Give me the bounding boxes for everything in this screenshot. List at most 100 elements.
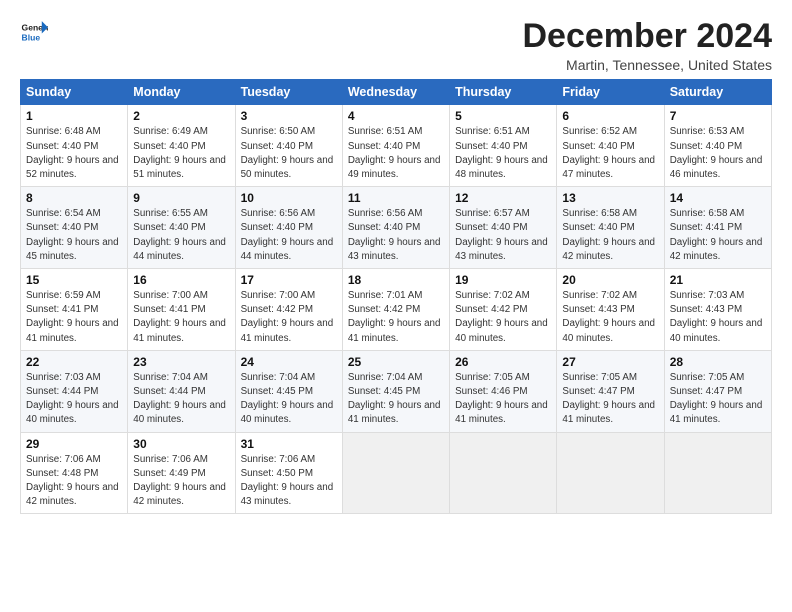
day-info: Sunrise: 6:56 AMSunset: 4:40 PMDaylight:… — [348, 207, 444, 264]
day-info: Sunrise: 7:06 AMSunset: 4:50 PMDaylight:… — [241, 453, 337, 510]
day-header-thursday: Thursday — [450, 80, 557, 105]
calendar-cell: 24 Sunrise: 7:04 AMSunset: 4:45 PMDayligh… — [235, 350, 342, 432]
day-number: 10 — [241, 191, 337, 205]
day-info: Sunrise: 7:02 AMSunset: 4:42 PMDaylight:… — [455, 289, 551, 346]
day-info: Sunrise: 6:55 AMSunset: 4:40 PMDaylight:… — [133, 207, 229, 264]
calendar-cell: 31 Sunrise: 7:06 AMSunset: 4:50 PMDayligh… — [235, 432, 342, 514]
day-info: Sunrise: 7:00 AMSunset: 4:41 PMDaylight:… — [133, 289, 229, 346]
day-info: Sunrise: 7:03 AMSunset: 4:44 PMDaylight:… — [26, 371, 122, 428]
day-number: 6 — [562, 109, 658, 123]
month-title: December 2024 — [522, 18, 772, 55]
calendar-cell: 17 Sunrise: 7:00 AMSunset: 4:42 PMDayligh… — [235, 269, 342, 351]
day-number: 16 — [133, 273, 229, 287]
day-info: Sunrise: 6:54 AMSunset: 4:40 PMDaylight:… — [26, 207, 122, 264]
day-info: Sunrise: 6:53 AMSunset: 4:40 PMDaylight:… — [670, 125, 766, 182]
day-info: Sunrise: 6:50 AMSunset: 4:40 PMDaylight:… — [241, 125, 337, 182]
day-number: 8 — [26, 191, 122, 205]
calendar-cell: 28Sunrise: 7:05 AMSunset: 4:47 PMDayligh… — [664, 350, 771, 432]
day-number: 24 — [241, 355, 337, 369]
day-info: Sunrise: 7:03 AMSunset: 4:43 PMDaylight:… — [670, 289, 766, 346]
day-number: 1 — [26, 109, 122, 123]
calendar-cell: 21Sunrise: 7:03 AMSunset: 4:43 PMDayligh… — [664, 269, 771, 351]
day-header-tuesday: Tuesday — [235, 80, 342, 105]
calendar-cell: 7 Sunrise: 6:53 AMSunset: 4:40 PMDaylight… — [664, 105, 771, 187]
day-info: Sunrise: 7:02 AMSunset: 4:43 PMDaylight:… — [562, 289, 658, 346]
week-row-3: 15Sunrise: 6:59 AMSunset: 4:41 PMDayligh… — [21, 269, 772, 351]
calendar-cell: 19 Sunrise: 7:02 AMSunset: 4:42 PMDayligh… — [450, 269, 557, 351]
calendar-cell: 9 Sunrise: 6:55 AMSunset: 4:40 PMDaylight… — [128, 187, 235, 269]
logo-icon: General Blue — [20, 18, 48, 46]
day-number: 20 — [562, 273, 658, 287]
week-row-1: 1 Sunrise: 6:48 AMSunset: 4:40 PMDaylight… — [21, 105, 772, 187]
location: Martin, Tennessee, United States — [522, 57, 772, 73]
day-info: Sunrise: 6:51 AMSunset: 4:40 PMDaylight:… — [455, 125, 551, 182]
day-number: 7 — [670, 109, 766, 123]
calendar-cell: 18 Sunrise: 7:01 AMSunset: 4:42 PMDayligh… — [342, 269, 449, 351]
day-info: Sunrise: 6:48 AMSunset: 4:40 PMDaylight:… — [26, 125, 122, 182]
day-number: 29 — [26, 437, 122, 451]
day-info: Sunrise: 6:51 AMSunset: 4:40 PMDaylight:… — [348, 125, 444, 182]
week-row-2: 8 Sunrise: 6:54 AMSunset: 4:40 PMDaylight… — [21, 187, 772, 269]
calendar-cell: 1 Sunrise: 6:48 AMSunset: 4:40 PMDaylight… — [21, 105, 128, 187]
calendar-cell: 4 Sunrise: 6:51 AMSunset: 4:40 PMDaylight… — [342, 105, 449, 187]
calendar-cell: 30 Sunrise: 7:06 AMSunset: 4:49 PMDayligh… — [128, 432, 235, 514]
calendar-cell: 20 Sunrise: 7:02 AMSunset: 4:43 PMDayligh… — [557, 269, 664, 351]
calendar-cell: 22Sunrise: 7:03 AMSunset: 4:44 PMDayligh… — [21, 350, 128, 432]
calendar-cell: 25 Sunrise: 7:04 AMSunset: 4:45 PMDayligh… — [342, 350, 449, 432]
calendar-table: SundayMondayTuesdayWednesdayThursdayFrid… — [20, 79, 772, 514]
day-header-sunday: Sunday — [21, 80, 128, 105]
day-info: Sunrise: 7:06 AMSunset: 4:49 PMDaylight:… — [133, 453, 229, 510]
calendar-cell: 5 Sunrise: 6:51 AMSunset: 4:40 PMDaylight… — [450, 105, 557, 187]
day-number: 27 — [562, 355, 658, 369]
day-number: 17 — [241, 273, 337, 287]
day-info: Sunrise: 6:57 AMSunset: 4:40 PMDaylight:… — [455, 207, 551, 264]
day-number: 2 — [133, 109, 229, 123]
day-info: Sunrise: 7:04 AMSunset: 4:45 PMDaylight:… — [241, 371, 337, 428]
calendar-cell: 11 Sunrise: 6:56 AMSunset: 4:40 PMDayligh… — [342, 187, 449, 269]
day-number: 9 — [133, 191, 229, 205]
calendar-cell: 16 Sunrise: 7:00 AMSunset: 4:41 PMDayligh… — [128, 269, 235, 351]
calendar-cell — [557, 432, 664, 514]
svg-text:Blue: Blue — [22, 33, 41, 43]
day-info: Sunrise: 7:05 AMSunset: 4:46 PMDaylight:… — [455, 371, 551, 428]
day-info: Sunrise: 6:49 AMSunset: 4:40 PMDaylight:… — [133, 125, 229, 182]
day-number: 18 — [348, 273, 444, 287]
day-number: 23 — [133, 355, 229, 369]
day-info: Sunrise: 7:05 AMSunset: 4:47 PMDaylight:… — [562, 371, 658, 428]
header: General Blue December 2024 Martin, Tenne… — [20, 18, 772, 73]
calendar-cell: 27 Sunrise: 7:05 AMSunset: 4:47 PMDayligh… — [557, 350, 664, 432]
day-info: Sunrise: 7:00 AMSunset: 4:42 PMDaylight:… — [241, 289, 337, 346]
day-info: Sunrise: 7:04 AMSunset: 4:45 PMDaylight:… — [348, 371, 444, 428]
day-info: Sunrise: 6:58 AMSunset: 4:40 PMDaylight:… — [562, 207, 658, 264]
day-header-monday: Monday — [128, 80, 235, 105]
day-number: 5 — [455, 109, 551, 123]
day-info: Sunrise: 6:52 AMSunset: 4:40 PMDaylight:… — [562, 125, 658, 182]
calendar-cell: 14 Sunrise: 6:58 AMSunset: 4:41 PMDayligh… — [664, 187, 771, 269]
calendar-cell: 3 Sunrise: 6:50 AMSunset: 4:40 PMDaylight… — [235, 105, 342, 187]
day-info: Sunrise: 7:04 AMSunset: 4:44 PMDaylight:… — [133, 371, 229, 428]
day-number: 30 — [133, 437, 229, 451]
day-number: 11 — [348, 191, 444, 205]
calendar-cell: 13 Sunrise: 6:58 AMSunset: 4:40 PMDayligh… — [557, 187, 664, 269]
day-number: 14 — [670, 191, 766, 205]
day-number: 3 — [241, 109, 337, 123]
calendar-cell — [450, 432, 557, 514]
day-number: 12 — [455, 191, 551, 205]
header-row: SundayMondayTuesdayWednesdayThursdayFrid… — [21, 80, 772, 105]
day-number: 28 — [670, 355, 766, 369]
calendar-cell: 2 Sunrise: 6:49 AMSunset: 4:40 PMDaylight… — [128, 105, 235, 187]
day-info: Sunrise: 7:06 AMSunset: 4:48 PMDaylight:… — [26, 453, 122, 510]
calendar-cell: 29 Sunrise: 7:06 AMSunset: 4:48 PMDayligh… — [21, 432, 128, 514]
day-number: 15 — [26, 273, 122, 287]
calendar-cell — [664, 432, 771, 514]
day-header-saturday: Saturday — [664, 80, 771, 105]
day-info: Sunrise: 7:01 AMSunset: 4:42 PMDaylight:… — [348, 289, 444, 346]
day-number: 25 — [348, 355, 444, 369]
day-number: 13 — [562, 191, 658, 205]
calendar-cell: 26Sunrise: 7:05 AMSunset: 4:46 PMDayligh… — [450, 350, 557, 432]
day-number: 19 — [455, 273, 551, 287]
day-number: 31 — [241, 437, 337, 451]
calendar-cell: 10Sunrise: 6:56 AMSunset: 4:40 PMDayligh… — [235, 187, 342, 269]
day-info: Sunrise: 6:58 AMSunset: 4:41 PMDaylight:… — [670, 207, 766, 264]
day-number: 4 — [348, 109, 444, 123]
